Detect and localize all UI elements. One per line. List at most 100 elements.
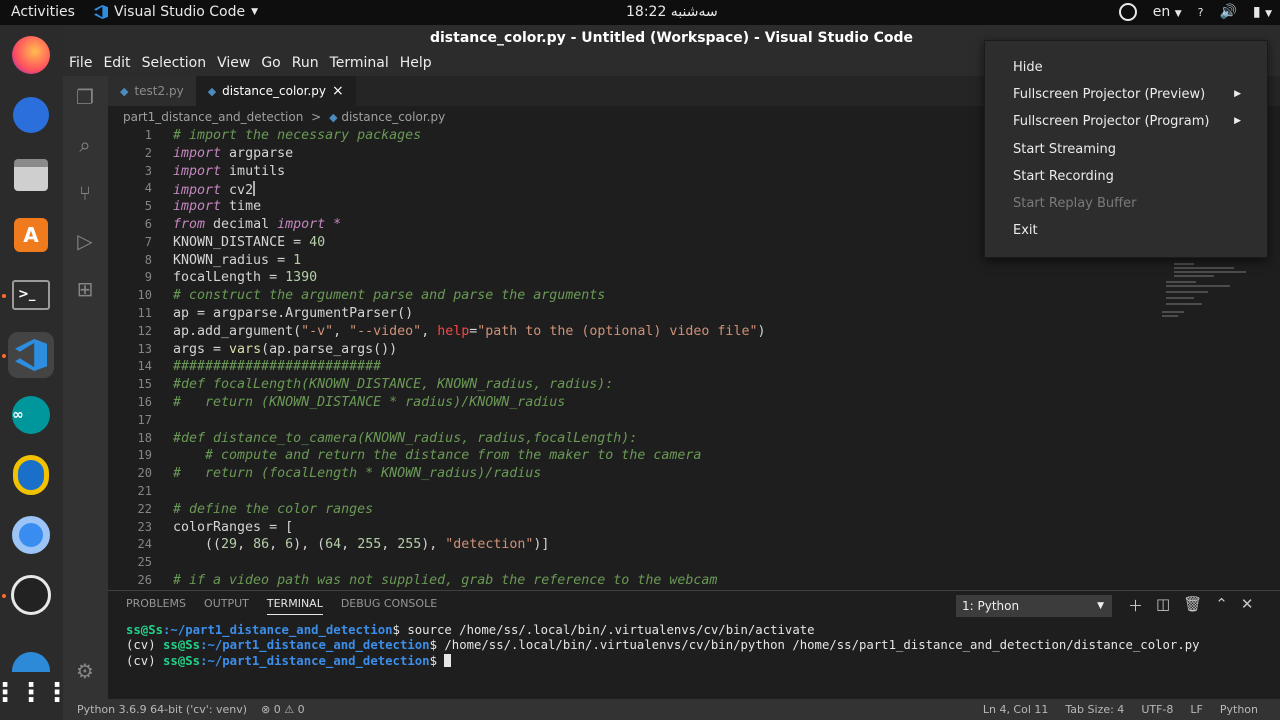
menu-item-start-streaming[interactable]: Start Streaming	[985, 136, 1269, 163]
code-line[interactable]: 12 ap.add_argument("-v", "--video", help=…	[108, 324, 1168, 342]
line-number: 16	[137, 395, 152, 409]
python-interpreter[interactable]: Python 3.6.9 64-bit ('cv': venv)	[77, 703, 247, 716]
line-number: 24	[137, 537, 152, 552]
vscode-icon	[94, 5, 108, 19]
new-terminal-icon[interactable]: ＋	[1128, 595, 1143, 616]
code-line[interactable]: 20 # return (focalLength * KNOWN_radius)/…	[108, 466, 1168, 484]
terminal-text: :~/part1_distance_and_detection	[163, 623, 393, 637]
code-line[interactable]: 22 # define the color ranges	[108, 502, 1168, 520]
code-line[interactable]: 26 # if a video path was not supplied, gr…	[108, 573, 1168, 590]
menu-edit[interactable]: Edit	[102, 52, 137, 76]
language-mode[interactable]: Python	[1220, 703, 1258, 716]
obs-icon[interactable]	[1118, 3, 1137, 21]
explorer-icon[interactable]: ❐	[74, 86, 96, 108]
menu-item-start-recording[interactable]: Start Recording	[985, 163, 1269, 190]
code-text: focalLength = 1390	[173, 270, 318, 286]
software-center-icon[interactable]: A	[8, 212, 54, 258]
python-file-icon: ◆	[207, 84, 217, 98]
tux-icon[interactable]	[8, 452, 54, 498]
run-debug-icon[interactable]: ▷	[74, 230, 96, 252]
terminal-output[interactable]: ss@Ss:~/part1_distance_and_detection$ so…	[126, 623, 1200, 669]
menu-selection[interactable]: Selection	[141, 52, 214, 76]
menu-item-hide[interactable]: Hide	[985, 54, 1269, 81]
extensions-icon[interactable]: ⊞	[74, 278, 96, 300]
tab-size[interactable]: Tab Size: 4	[1065, 703, 1124, 716]
code-line[interactable]: 14 ##########################	[108, 359, 1168, 377]
code-line[interactable]: 16 # return (KNOWN_DISTANCE * radius)/KNO…	[108, 395, 1168, 413]
battery-icon[interactable]: ▮ ▼	[1253, 4, 1272, 20]
cursor-position[interactable]: Ln 4, Col 11	[983, 703, 1049, 716]
close-icon[interactable]: ×	[332, 83, 344, 99]
code-line[interactable]: 15 #def focalLength(KNOWN_DISTANCE, KNOWN…	[108, 377, 1168, 395]
gnome-top-bar: Activities Visual Studio Code ▼ 18:22 سه…	[0, 0, 1280, 25]
tab-test2[interactable]: ◆ test2.py	[108, 76, 196, 106]
line-number: 8	[144, 252, 152, 267]
terminal-icon[interactable]: >_	[8, 272, 54, 318]
language-indicator[interactable]: en ▼	[1153, 4, 1182, 20]
code-line[interactable]: 25	[108, 555, 1168, 573]
code-line[interactable]: 11 ap = argparse.ArgumentParser()	[108, 306, 1168, 324]
volume-icon[interactable]: 🔊	[1219, 4, 1236, 20]
encoding[interactable]: UTF-8	[1141, 703, 1173, 716]
code-line[interactable]: 23 colorRanges = [	[108, 520, 1168, 538]
breadcrumb-folder[interactable]: part1_distance_and_detection	[123, 110, 303, 124]
obs-dock-icon[interactable]	[8, 572, 54, 618]
tab-distance-color[interactable]: ◆ distance_color.py ×	[195, 76, 356, 106]
menu-terminal[interactable]: Terminal	[329, 52, 396, 76]
code-line[interactable]: 9 focalLength = 1390	[108, 270, 1168, 288]
line-number: 23	[137, 519, 152, 534]
menu-view[interactable]: View	[216, 52, 257, 76]
split-terminal-icon[interactable]: ◫	[1156, 595, 1170, 616]
code-line[interactable]: 18 #def distance_to_camera(KNOWN_radius, …	[108, 431, 1168, 449]
maximize-panel-icon[interactable]: ⌃	[1215, 595, 1228, 616]
vscode-dock-icon[interactable]	[8, 332, 54, 378]
code-line[interactable]: 21	[108, 484, 1168, 502]
code-line[interactable]: 17	[108, 413, 1168, 431]
chromium-icon[interactable]	[8, 512, 54, 558]
arduino-icon[interactable]: ∞	[8, 392, 54, 438]
code-line[interactable]: 10 # construct the argument parse and par…	[108, 288, 1168, 306]
language-label: en	[1152, 4, 1171, 20]
menu-help[interactable]: Help	[399, 52, 439, 76]
source-control-icon[interactable]: ⑂	[74, 182, 96, 204]
menu-run[interactable]: Run	[291, 52, 326, 76]
menu-item-label: Start Recording	[1013, 168, 1114, 184]
terminal-text: $	[429, 653, 445, 668]
close-panel-icon[interactable]: ✕	[1241, 595, 1254, 616]
menu-item-fullscreen-projector-preview[interactable]: Fullscreen Projector (Preview) ▶	[985, 81, 1269, 108]
end-of-line[interactable]: LF	[1190, 703, 1202, 716]
clock[interactable]: 18:22 سه‌شنبه	[626, 4, 718, 20]
panel-tab-problems[interactable]: PROBLEMS	[126, 597, 186, 615]
minimap[interactable]	[1160, 255, 1250, 325]
running-indicator	[2, 354, 6, 358]
panel-tab-output[interactable]: OUTPUT	[204, 597, 249, 615]
app-menu[interactable]: Visual Studio Code ▼	[94, 4, 258, 20]
menu-item-exit[interactable]: Exit	[985, 217, 1269, 244]
accessibility-icon[interactable]: ?	[1198, 6, 1204, 19]
firefox-icon[interactable]	[8, 32, 54, 78]
code-text: from decimal import *	[173, 217, 342, 232]
files-icon[interactable]	[8, 152, 54, 198]
search-icon[interactable]: ⌕	[74, 134, 96, 156]
line-number: 1	[144, 128, 152, 142]
menu-item-fullscreen-projector-program[interactable]: Fullscreen Projector (Program) ▶	[985, 108, 1269, 135]
panel-tab-terminal[interactable]: TERMINAL	[266, 597, 323, 615]
activities-button[interactable]: Activities	[11, 4, 75, 20]
menu-go[interactable]: Go	[260, 52, 287, 76]
settings-gear-icon[interactable]: ⚙	[74, 660, 96, 682]
code-line[interactable]: 19 # compute and return the distance fro…	[108, 448, 1168, 466]
menu-file[interactable]: File	[68, 52, 99, 76]
show-apps-icon[interactable]: ⋮⋮⋮	[0, 670, 70, 716]
line-number: 22	[137, 501, 152, 516]
terminal-select[interactable]: 1: Python ▼	[956, 595, 1112, 617]
trash-icon[interactable]: 🗑	[1183, 595, 1202, 616]
system-tray[interactable]: en ▼ ? 🔊 ▮ ▼	[1118, 3, 1272, 21]
panel-tab-debug-console[interactable]: DEBUG CONSOLE	[341, 597, 437, 615]
breadcrumb-file[interactable]: distance_color.py	[341, 110, 445, 124]
code-line[interactable]: 24 ((29, 86, 6), (64, 255, 255), "detect…	[108, 537, 1168, 555]
problems-count[interactable]: ⊗ 0 ⚠ 0	[261, 703, 305, 716]
python-file-icon: ◆	[120, 84, 129, 98]
line-number: 14	[137, 359, 152, 374]
thunderbird-icon[interactable]	[8, 92, 54, 138]
code-line[interactable]: 13 args = vars(ap.parse_args())	[108, 342, 1168, 360]
